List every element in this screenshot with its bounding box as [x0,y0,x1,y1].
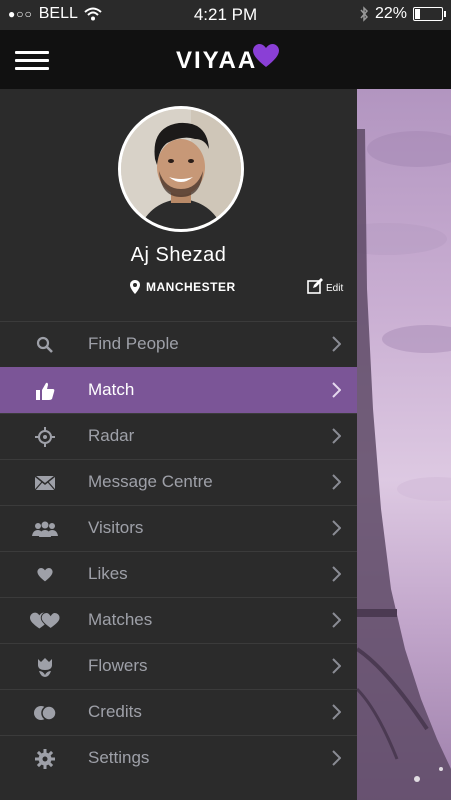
menu-item-message-centre[interactable]: Message Centre [0,459,357,505]
menu-item-likes[interactable]: Likes [0,551,357,597]
edit-label: Edit [326,283,344,294]
menu-item-flowers[interactable]: Flowers [0,643,357,689]
chevron-right-icon [332,750,341,766]
menu-item-radar[interactable]: Radar [0,413,357,459]
menu-item-matches[interactable]: Matches [0,597,357,643]
eiffel-tower-image [357,89,451,800]
profile-location: MANCHESTER [130,280,236,294]
crosshair-icon [30,425,60,449]
heart-icon [253,44,280,67]
chevron-right-icon [332,658,341,674]
edit-profile-button[interactable]: Edit [307,278,343,294]
menu-label: Radar [88,426,135,445]
navigation-drawer: Aj Shezad MANCHESTER Edit Find People Ma… [0,89,357,800]
menu-label: Flowers [88,656,148,675]
chevron-right-icon [332,704,341,720]
menu-label: Likes [88,564,128,583]
menu-item-visitors[interactable]: Visitors [0,505,357,551]
battery-icon [413,7,446,21]
status-bar: ●○○ BELL 4:21 PM 22% [0,0,451,30]
bluetooth-icon [360,6,368,22]
menu-label: Match [88,380,135,399]
menu-label: Find People [88,334,179,353]
edit-icon [307,278,323,294]
status-right: 22% [359,5,446,23]
gear-icon [30,747,60,771]
map-pin-icon [130,280,140,294]
app-header: VIYAA [0,30,451,89]
users-icon [30,517,60,541]
chevron-right-icon [332,566,341,582]
heart-icon [30,563,60,587]
menu-item-find-people[interactable]: Find People [0,321,357,367]
menu-label: Matches [88,610,153,629]
envelope-icon [30,471,60,495]
flower-icon [30,655,60,679]
chevron-right-icon [332,520,341,536]
drawer-menu: Find People Match Radar Message Centre V… [0,321,357,781]
menu-item-credits[interactable]: Credits [0,689,357,735]
battery-percent: 22% [374,5,407,22]
background-photo [357,89,451,800]
avatar[interactable] [118,106,244,232]
hamburger-icon[interactable] [15,51,49,71]
battery-fill [415,9,420,19]
profile-name: Aj Shezad [130,244,227,266]
menu-label: Settings [88,748,150,767]
menu-item-settings[interactable]: Settings [0,735,357,781]
logo-text: VIYAA [176,47,258,74]
profile-section: Aj Shezad MANCHESTER Edit [0,89,357,321]
double-heart-icon [30,609,60,633]
chevron-right-icon [332,382,341,398]
menu-label: Visitors [88,518,144,537]
coins-icon [30,701,60,725]
chevron-right-icon [332,336,341,352]
search-icon [30,333,60,357]
location-text: MANCHESTER [146,280,236,294]
chevron-right-icon [332,474,341,490]
chevron-right-icon [332,612,341,628]
menu-label: Message Centre [88,472,213,491]
app-logo: VIYAA [176,44,280,75]
menu-item-match[interactable]: Match [0,367,357,413]
profile-photo [121,109,241,229]
thumbs-up-icon [30,379,60,403]
chevron-right-icon [332,428,341,444]
menu-label: Credits [88,702,142,721]
